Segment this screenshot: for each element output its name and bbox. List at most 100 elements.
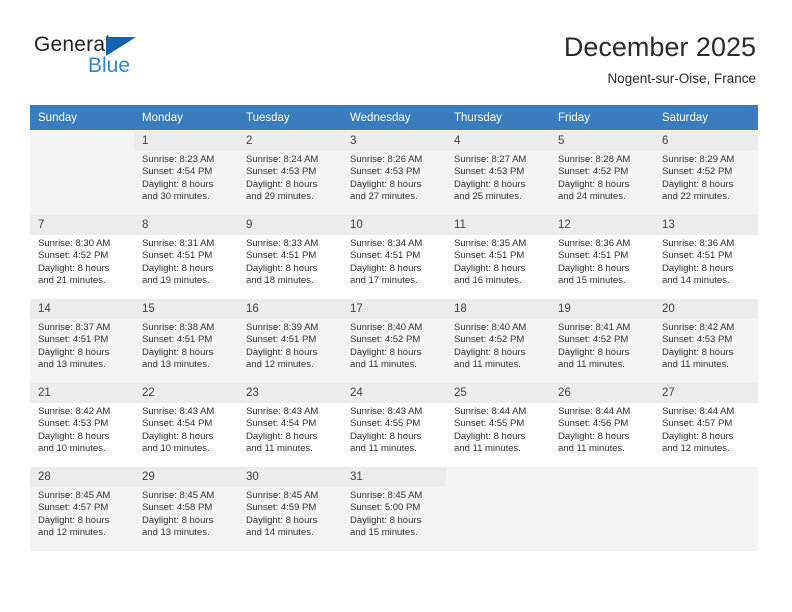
calendar-day-cell[interactable]: 6 Sunrise: 8:29 AM Sunset: 4:52 PM Daylight…: [654, 130, 758, 215]
day-sunset-text: Sunset: 4:52 PM: [454, 334, 525, 346]
day-sunrise-text: Sunrise: 8:39 AM: [246, 322, 319, 333]
weekday-header-thursday: Thursday: [446, 105, 550, 131]
calendar-day-cell[interactable]: 28 Sunrise: 8:45 AM Sunset: 4:57 PM Dayligh…: [30, 467, 134, 551]
calendar-day-cell[interactable]: 10 Sunrise: 8:34 AM Sunset: 4:51 PM Dayligh…: [342, 215, 446, 299]
day-sunrise-text: Sunrise: 8:35 AM: [454, 238, 527, 249]
day-daylight-line2-text: and 29 minutes.: [246, 191, 314, 203]
calendar-day-cell[interactable]: 13 Sunrise: 8:36 AM Sunset: 4:51 PM Dayligh…: [654, 215, 758, 299]
day-number: 18: [446, 299, 550, 319]
day-daylight-line1-text: Daylight: 8 hours: [454, 430, 526, 442]
day-number: 30: [238, 467, 342, 487]
calendar-day-cell[interactable]: 17 Sunrise: 8:40 AM Sunset: 4:52 PM Dayligh…: [342, 299, 446, 383]
day-details: Sunrise: 8:37 AM Sunset: 4:51 PM Daylight:…: [30, 319, 134, 372]
day-details: Sunrise: 8:43 AM Sunset: 4:55 PM Daylight:…: [342, 403, 446, 456]
day-details: Sunrise: 8:29 AM Sunset: 4:52 PM Daylight:…: [654, 151, 758, 204]
calendar-day-cell[interactable]: 25 Sunrise: 8:44 AM Sunset: 4:55 PM Dayligh…: [446, 383, 550, 467]
day-daylight-line1-text: Daylight: 8 hours: [38, 262, 110, 274]
day-sunrise-text: Sunrise: 8:45 AM: [350, 490, 423, 501]
day-daylight-line1-text: Daylight: 8 hours: [662, 178, 734, 190]
calendar-day-cell[interactable]: 30 Sunrise: 8:45 AM Sunset: 4:59 PM Dayligh…: [238, 467, 342, 551]
day-details: Sunrise: 8:41 AM Sunset: 4:52 PM Daylight:…: [550, 319, 654, 372]
day-number: 13: [654, 215, 758, 235]
calendar-day-cell[interactable]: 19 Sunrise: 8:41 AM Sunset: 4:52 PM Dayligh…: [550, 299, 654, 383]
calendar-day-cell[interactable]: 5 Sunrise: 8:28 AM Sunset: 4:52 PM Daylight…: [550, 130, 654, 215]
calendar-day-cell[interactable]: 23 Sunrise: 8:43 AM Sunset: 4:54 PM Dayligh…: [238, 383, 342, 467]
brand-name-blue: Blue: [88, 54, 131, 77]
day-daylight-line2-text: and 12 minutes.: [662, 443, 730, 455]
day-sunset-text: Sunset: 4:59 PM: [246, 502, 317, 514]
day-sunset-text: Sunset: 4:53 PM: [246, 166, 317, 178]
day-daylight-line2-text: and 12 minutes.: [38, 527, 106, 539]
day-daylight-line1-text: Daylight: 8 hours: [350, 430, 422, 442]
day-daylight-line1-text: Daylight: 8 hours: [142, 430, 214, 442]
day-sunset-text: Sunset: 4:52 PM: [350, 334, 421, 346]
day-daylight-line2-text: and 18 minutes.: [246, 275, 314, 287]
day-sunrise-text: Sunrise: 8:40 AM: [454, 322, 527, 333]
calendar-day-cell[interactable]: 11 Sunrise: 8:35 AM Sunset: 4:51 PM Dayligh…: [446, 215, 550, 299]
day-sunrise-text: Sunrise: 8:42 AM: [662, 322, 735, 333]
day-daylight-line1-text: Daylight: 8 hours: [662, 430, 734, 442]
day-number: 1: [134, 131, 238, 151]
day-details: Sunrise: 8:31 AM Sunset: 4:51 PM Daylight:…: [134, 235, 238, 288]
calendar-day-cell[interactable]: 22 Sunrise: 8:43 AM Sunset: 4:54 PM Dayligh…: [134, 383, 238, 467]
day-daylight-line2-text: and 10 minutes.: [142, 443, 210, 455]
day-daylight-line2-text: and 25 minutes.: [454, 191, 522, 203]
calendar-week-row: 21 Sunrise: 8:42 AM Sunset: 4:53 PM Dayligh…: [30, 383, 758, 467]
day-sunrise-text: Sunrise: 8:27 AM: [454, 154, 527, 165]
calendar-week-row: 14 Sunrise: 8:37 AM Sunset: 4:51 PM Dayligh…: [30, 299, 758, 383]
day-details: Sunrise: 8:45 AM Sunset: 4:59 PM Daylight:…: [238, 487, 342, 540]
calendar-day-cell[interactable]: 12 Sunrise: 8:36 AM Sunset: 4:51 PM Dayligh…: [550, 215, 654, 299]
calendar-day-cell[interactable]: 7 Sunrise: 8:30 AM Sunset: 4:52 PM Daylight…: [30, 215, 134, 299]
day-number: 10: [342, 215, 446, 235]
day-number: 26: [550, 383, 654, 403]
day-number: 5: [550, 131, 654, 151]
day-number: 4: [446, 131, 550, 151]
day-daylight-line1-text: Daylight: 8 hours: [246, 430, 318, 442]
day-daylight-line2-text: and 22 minutes.: [662, 191, 730, 203]
day-daylight-line2-text: and 11 minutes.: [558, 359, 625, 371]
calendar-week-row: 7 Sunrise: 8:30 AM Sunset: 4:52 PM Daylight…: [30, 215, 758, 299]
calendar-day-cell[interactable]: 14 Sunrise: 8:37 AM Sunset: 4:51 PM Dayligh…: [30, 299, 134, 383]
day-daylight-line1-text: Daylight: 8 hours: [662, 346, 734, 358]
day-number: 25: [446, 383, 550, 403]
day-number: 29: [134, 467, 238, 487]
day-number: 31: [342, 467, 446, 487]
calendar-day-cell-empty: [30, 130, 134, 215]
calendar-day-cell[interactable]: 18 Sunrise: 8:40 AM Sunset: 4:52 PM Dayligh…: [446, 299, 550, 383]
day-details: Sunrise: 8:45 AM Sunset: 4:58 PM Daylight:…: [134, 487, 238, 540]
calendar-day-cell[interactable]: 15 Sunrise: 8:38 AM Sunset: 4:51 PM Dayligh…: [134, 299, 238, 383]
day-daylight-line2-text: and 11 minutes.: [454, 359, 521, 371]
calendar-day-cell[interactable]: 21 Sunrise: 8:42 AM Sunset: 4:53 PM Dayligh…: [30, 383, 134, 467]
calendar-day-cell[interactable]: 31 Sunrise: 8:45 AM Sunset: 5:00 PM Dayligh…: [342, 467, 446, 551]
calendar-day-cell-empty: [550, 467, 654, 551]
day-number: 14: [30, 299, 134, 319]
page-header: General Blue December 2025 Nogent-sur-Oi…: [0, 0, 792, 104]
day-details: Sunrise: 8:45 AM Sunset: 4:57 PM Daylight:…: [30, 487, 134, 540]
day-sunrise-text: Sunrise: 8:44 AM: [662, 406, 735, 417]
day-number: 11: [446, 215, 550, 235]
brand-logo[interactable]: General Blue: [34, 33, 234, 83]
calendar-day-cell[interactable]: 9 Sunrise: 8:33 AM Sunset: 4:51 PM Daylight…: [238, 215, 342, 299]
calendar-day-cell[interactable]: 26 Sunrise: 8:44 AM Sunset: 4:56 PM Dayligh…: [550, 383, 654, 467]
calendar-day-cell[interactable]: 16 Sunrise: 8:39 AM Sunset: 4:51 PM Dayligh…: [238, 299, 342, 383]
calendar-day-cell[interactable]: 8 Sunrise: 8:31 AM Sunset: 4:51 PM Daylight…: [134, 215, 238, 299]
calendar-day-cell[interactable]: 2 Sunrise: 8:24 AM Sunset: 4:53 PM Daylight…: [238, 130, 342, 215]
calendar-day-cell[interactable]: 20 Sunrise: 8:42 AM Sunset: 4:53 PM Dayligh…: [654, 299, 758, 383]
day-sunset-text: Sunset: 4:51 PM: [38, 334, 109, 346]
day-sunset-text: Sunset: 4:53 PM: [38, 418, 109, 430]
day-daylight-line2-text: and 11 minutes.: [350, 443, 417, 455]
day-number: 28: [30, 467, 134, 487]
calendar-day-cell[interactable]: 1 Sunrise: 8:23 AM Sunset: 4:54 PM Daylight…: [134, 130, 238, 215]
day-sunrise-text: Sunrise: 8:28 AM: [558, 154, 631, 165]
day-daylight-line2-text: and 16 minutes.: [454, 275, 522, 287]
calendar-day-cell-empty: [654, 467, 758, 551]
calendar-day-cell[interactable]: 24 Sunrise: 8:43 AM Sunset: 4:55 PM Dayligh…: [342, 383, 446, 467]
day-daylight-line1-text: Daylight: 8 hours: [38, 346, 110, 358]
calendar-day-cell[interactable]: 29 Sunrise: 8:45 AM Sunset: 4:58 PM Dayligh…: [134, 467, 238, 551]
day-sunrise-text: Sunrise: 8:44 AM: [558, 406, 631, 417]
calendar-day-cell[interactable]: 4 Sunrise: 8:27 AM Sunset: 4:53 PM Daylight…: [446, 130, 550, 215]
calendar-day-cell[interactable]: 3 Sunrise: 8:26 AM Sunset: 4:53 PM Daylight…: [342, 130, 446, 215]
calendar-day-cell[interactable]: 27 Sunrise: 8:44 AM Sunset: 4:57 PM Dayligh…: [654, 383, 758, 467]
day-sunrise-text: Sunrise: 8:24 AM: [246, 154, 319, 165]
day-sunset-text: Sunset: 4:51 PM: [558, 250, 629, 262]
